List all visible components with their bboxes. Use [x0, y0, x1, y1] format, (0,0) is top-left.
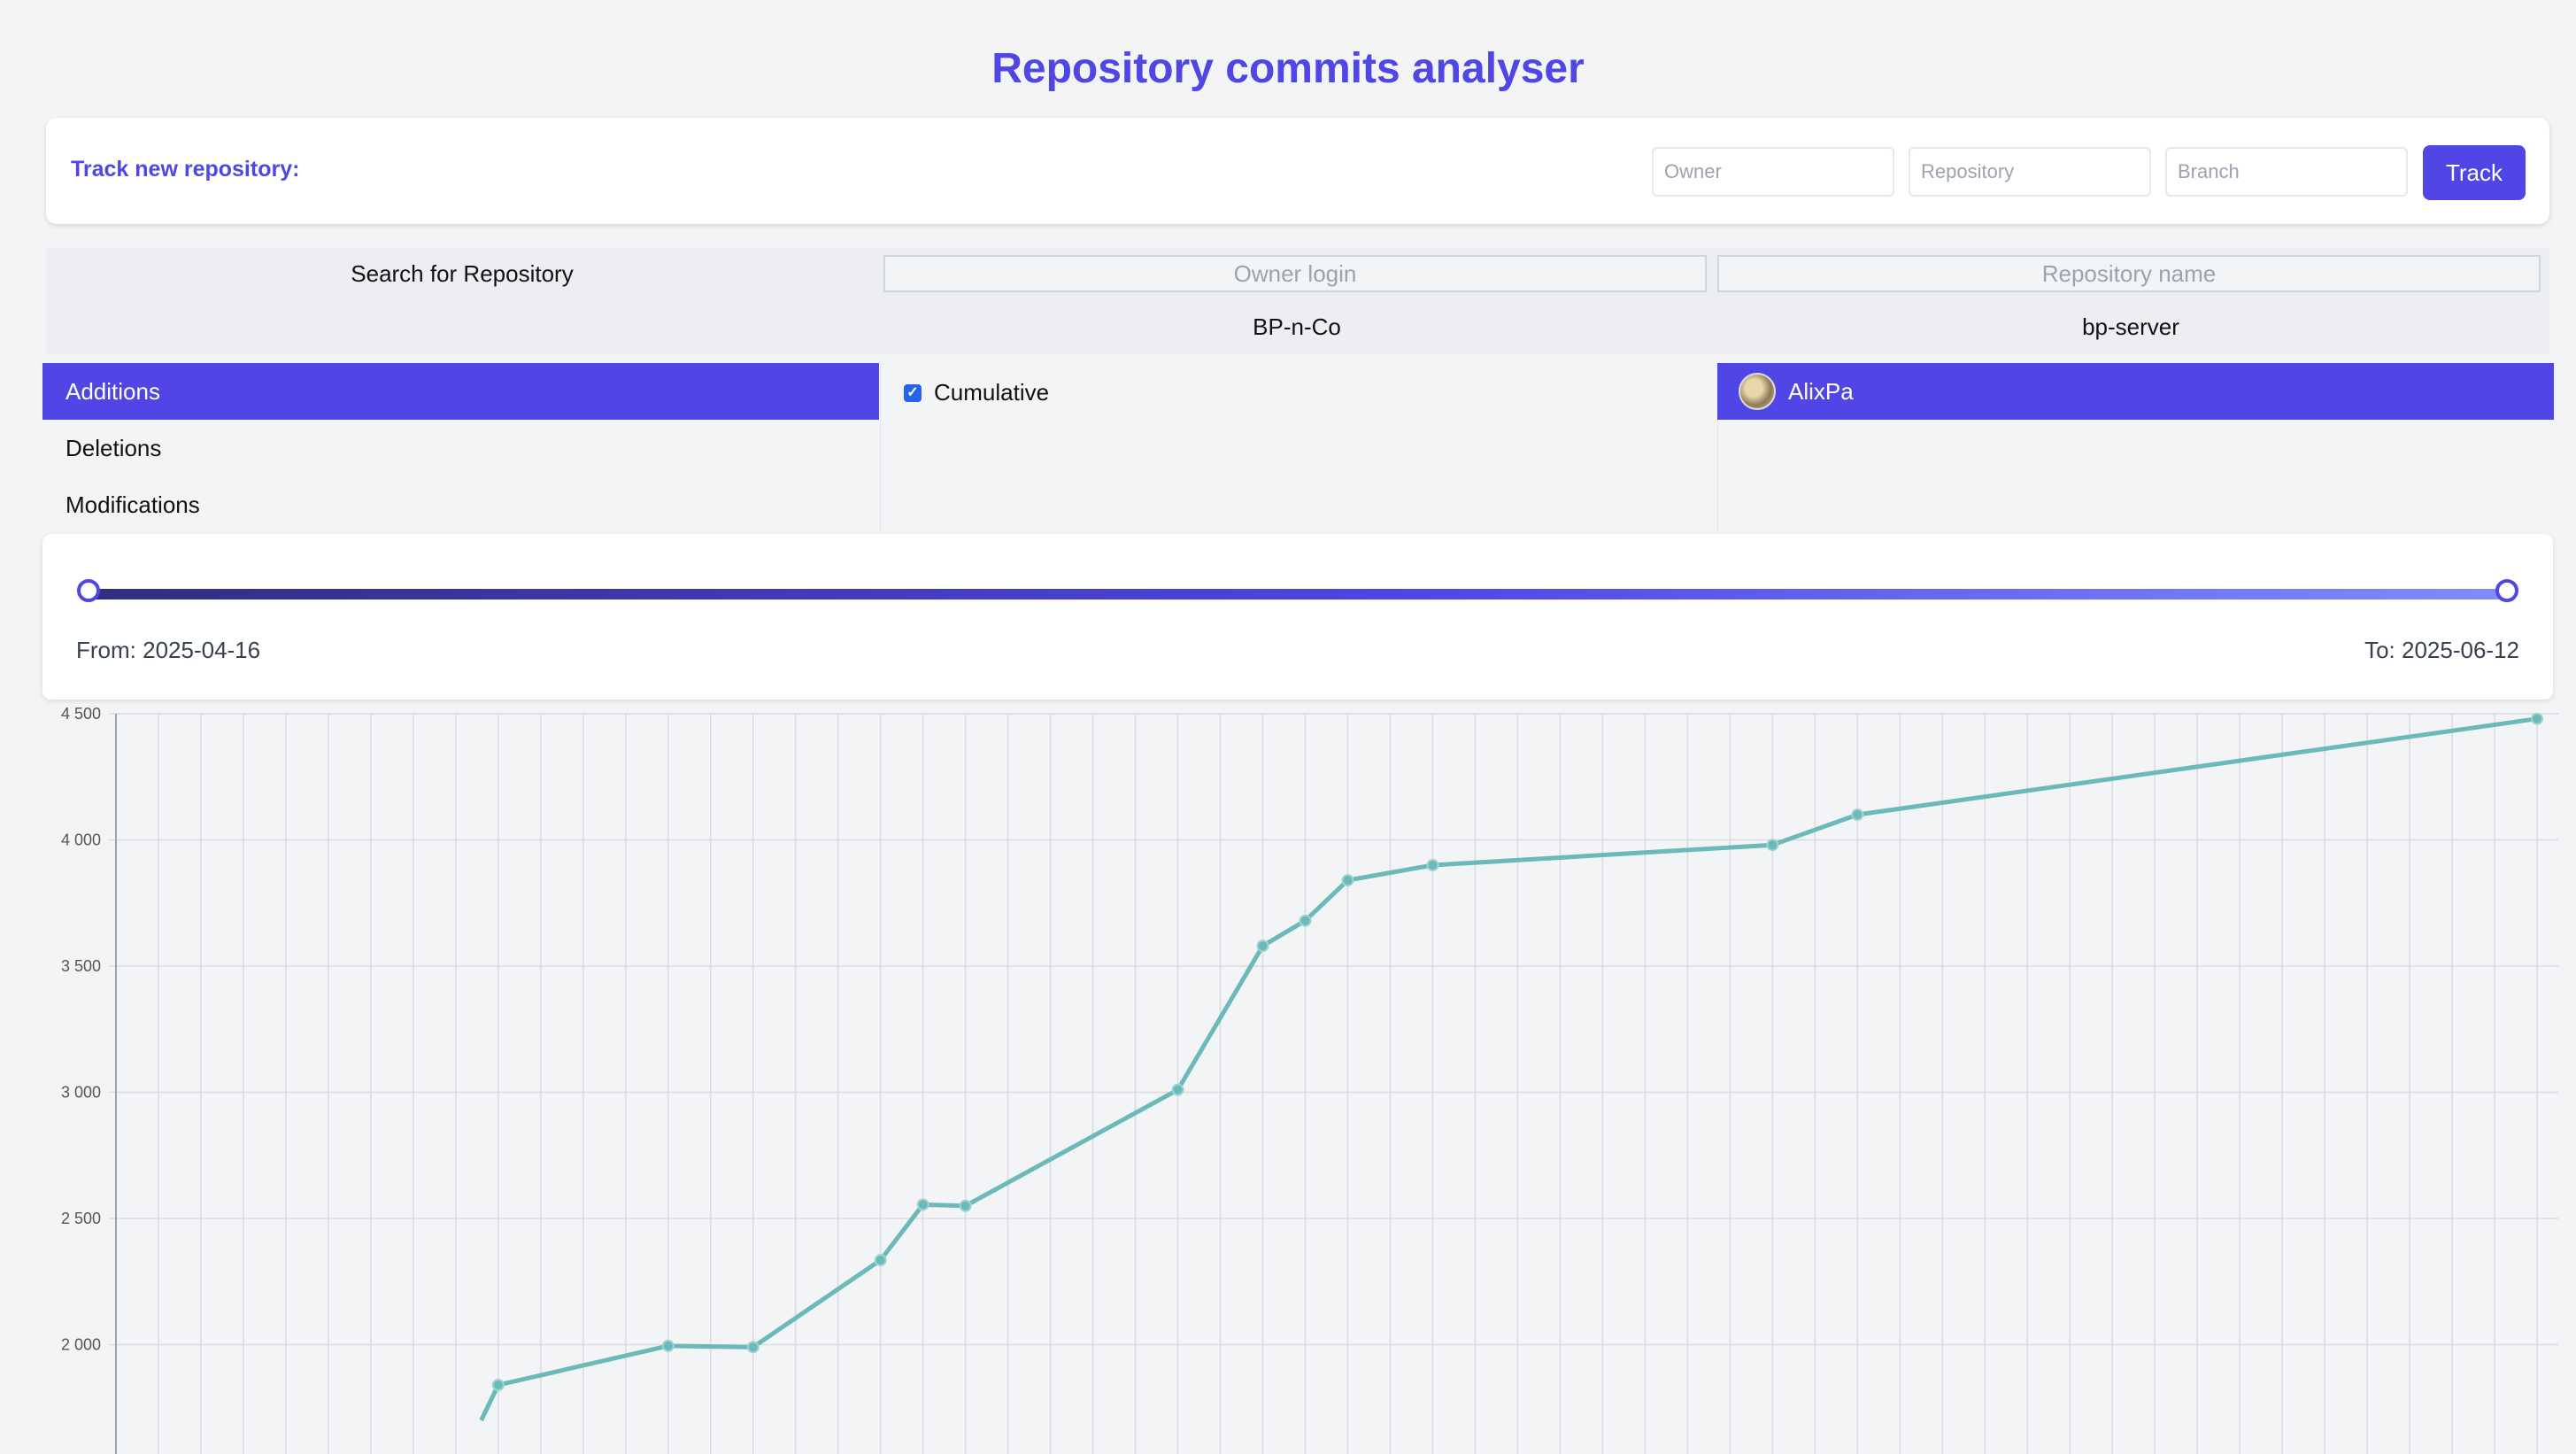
data-point[interactable]	[1171, 1083, 1184, 1096]
data-point[interactable]	[1426, 859, 1439, 871]
range-end-handle[interactable]	[2495, 579, 2518, 602]
repository-input[interactable]	[1909, 147, 2151, 197]
y-tick-label: 2 000	[61, 1336, 101, 1354]
cumulative-checkbox[interactable]: ✓	[904, 383, 922, 402]
page-title: Repository commits analyser	[991, 45, 1585, 92]
range-to-label: To: 2025-06-12	[2364, 637, 2519, 663]
cumulative-label: Cumulative	[934, 379, 1050, 406]
data-point[interactable]	[1256, 940, 1269, 953]
metric-additions[interactable]: Additions	[42, 363, 879, 420]
data-point[interactable]	[1851, 808, 1864, 821]
data-point[interactable]	[1299, 914, 1312, 927]
repository-result[interactable]: bp-server	[1715, 313, 2547, 341]
options-panel: ✓ Cumulative	[880, 363, 1718, 531]
branch-input[interactable]	[2165, 147, 2408, 197]
range-from-label: From: 2025-04-16	[76, 637, 261, 663]
owner-input[interactable]	[1652, 147, 1894, 197]
track-button[interactable]: Track	[2423, 145, 2526, 200]
horizontal-grid	[109, 713, 2558, 1346]
vertical-grid	[115, 714, 2538, 1454]
cumulative-toggle[interactable]: ✓ Cumulative	[904, 379, 1049, 406]
owner-login-input[interactable]	[883, 255, 1707, 292]
owner-result[interactable]: BP-n-Co	[881, 313, 1713, 341]
y-tick-label: 4 000	[61, 831, 101, 849]
repository-search: Search for Repository BP-n-Co bp-server	[46, 248, 2549, 354]
track-repository-card: Track new repository: Track	[46, 118, 2549, 224]
y-axis-ticks: 4 500 4 000 3 500 3 000 2 500 2 000	[61, 705, 101, 1354]
date-range-card: From: 2025-04-16 To: 2025-06-12	[42, 534, 2553, 700]
metric-list: Additions Deletions Modifications	[42, 363, 879, 531]
series-line	[479, 716, 2538, 1422]
data-point[interactable]	[746, 1341, 760, 1354]
repository-name-input[interactable]	[1717, 255, 2541, 292]
date-range-track[interactable]	[89, 589, 2507, 599]
avatar	[1739, 373, 1776, 410]
y-tick-label: 4 500	[61, 705, 101, 723]
user-item[interactable]: AlixPa	[1717, 363, 2554, 420]
data-point[interactable]	[661, 1339, 675, 1352]
data-point[interactable]	[959, 1199, 972, 1212]
y-tick-label: 2 500	[61, 1210, 101, 1227]
search-label: Search for Repository	[351, 260, 574, 287]
metric-modifications[interactable]: Modifications	[42, 476, 879, 533]
y-tick-label: 3 000	[61, 1084, 101, 1102]
data-point[interactable]	[491, 1379, 505, 1392]
range-start-handle[interactable]	[77, 579, 100, 602]
data-point[interactable]	[1341, 874, 1354, 887]
data-point[interactable]	[2531, 712, 2543, 725]
y-tick-label: 3 500	[61, 957, 101, 975]
additions-line-chart: 4 500 4 000 3 500 3 000 2 500 2 000	[61, 705, 2558, 1454]
track-repository-label: Track new repository:	[71, 157, 300, 182]
metric-deletions[interactable]: Deletions	[42, 420, 879, 476]
data-point[interactable]	[916, 1198, 929, 1211]
user-list: AlixPa	[1717, 363, 2554, 531]
data-point[interactable]	[1766, 839, 1779, 852]
user-name: AlixPa	[1788, 377, 1854, 405]
data-point[interactable]	[874, 1254, 887, 1267]
